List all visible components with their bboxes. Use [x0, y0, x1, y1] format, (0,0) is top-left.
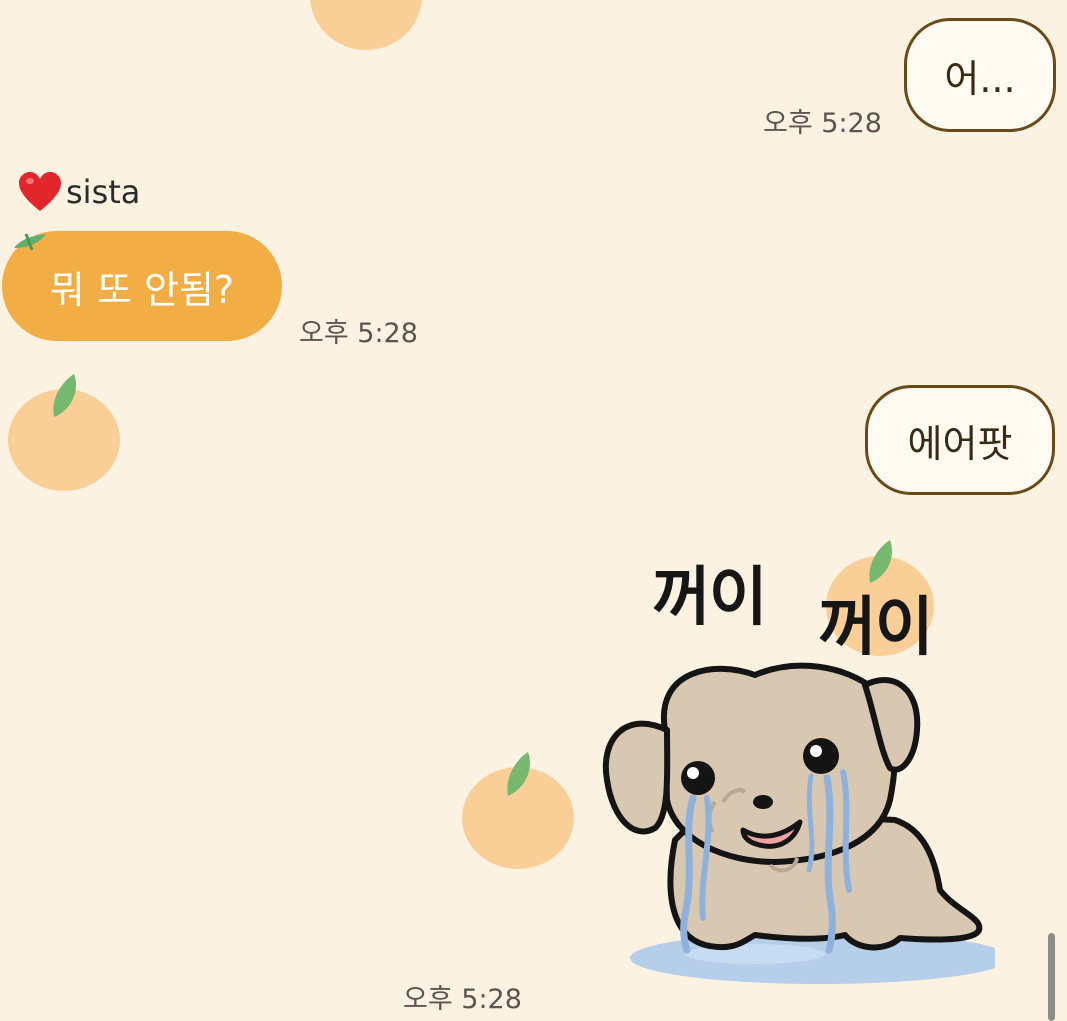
tangerine-decoration [8, 374, 120, 491]
chat-room: 어... 오후 5:28 sista 뭐 또 안됨? 오후 5:28 에어팟 꺼… [0, 0, 1067, 1021]
message-timestamp: 오후 5:28 [763, 108, 882, 139]
message-bubble-outgoing[interactable]: 에어팟 [865, 385, 1055, 495]
message-text: 뭐 또 안됨? [49, 267, 235, 312]
message-bubble-outgoing[interactable]: 어... [904, 18, 1056, 132]
tangerine-decoration [462, 752, 574, 869]
message-text: 에어팟 [907, 421, 1013, 466]
message-timestamp: 오후 5:28 [403, 984, 522, 1015]
crying-puppy-sticker[interactable] [595, 540, 995, 990]
sender-label: sista [66, 173, 141, 211]
sender-name[interactable]: sista [18, 171, 140, 213]
red-heart-icon [19, 172, 61, 211]
tangerine-decoration [310, 0, 422, 50]
message-timestamp: 오후 5:28 [299, 318, 418, 349]
scrollbar-thumb[interactable] [1048, 933, 1055, 1021]
message-text: 어... [944, 56, 1016, 101]
leaf-icon [14, 233, 46, 251]
